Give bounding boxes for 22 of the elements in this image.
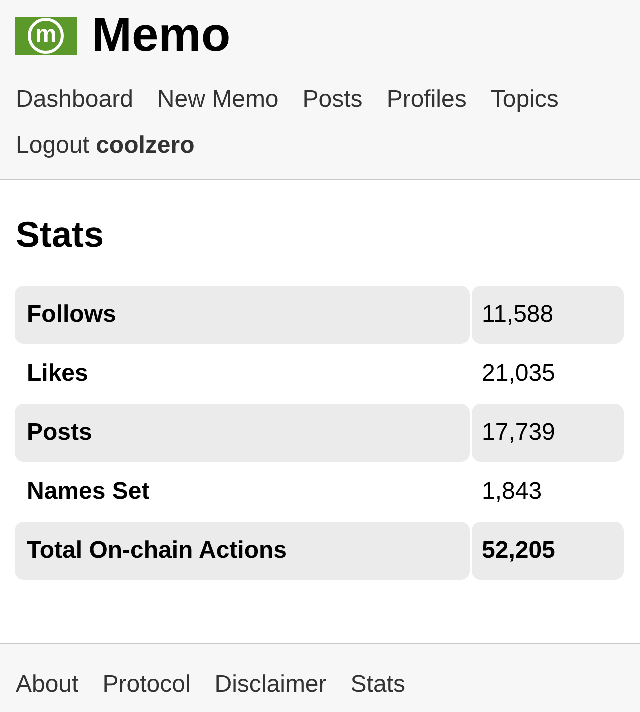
stat-label: Names Set [26,477,151,507]
nav-link[interactable]: Topics [490,77,559,123]
stat-label: Follows [15,286,470,344]
nav-link[interactable]: New Memo [157,77,279,123]
site-title[interactable]: Memo [92,12,231,60]
stat-value: 17,739 [472,404,624,462]
footer-link[interactable]: Disclaimer [214,670,327,712]
nav-link[interactable]: Profiles [386,77,467,123]
stat-label: Posts [15,404,470,462]
stat-value: 1,843 [481,477,544,507]
stat-label: Likes [26,359,90,389]
page-heading: Stats [16,213,106,256]
stat-label: Total On-chain Actions [15,522,470,580]
footer-link[interactable]: Stats [350,670,406,712]
nav-link[interactable]: Logout coolzero [16,123,195,169]
footer-link[interactable]: Protocol [102,670,191,712]
stat-value: 11,588 [472,286,624,344]
nav-link[interactable]: Dashboard [16,77,134,123]
nav-link[interactable]: Posts [302,77,363,123]
footer-link[interactable]: About [16,670,79,712]
stat-value: 52,205 [472,522,624,580]
stat-value: 21,035 [481,359,556,389]
